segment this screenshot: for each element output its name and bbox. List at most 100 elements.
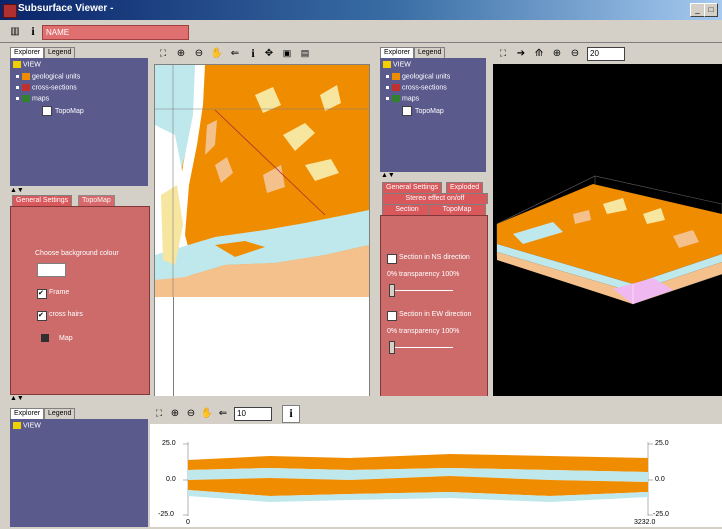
tab-general-settings[interactable]: General Settings xyxy=(382,182,443,193)
layers-icon xyxy=(392,73,400,80)
tab-legend[interactable]: Legend xyxy=(414,47,446,58)
print-icon[interactable]: ▤ xyxy=(296,45,314,63)
tilt-icon[interactable]: ⟰ xyxy=(530,45,548,63)
tab-explorer[interactable]: Explorer xyxy=(10,408,45,419)
select-icon[interactable]: ✥ xyxy=(260,45,278,63)
x-tick-end: 3232.0 xyxy=(634,519,656,526)
y-tick-right: 0.0 xyxy=(655,476,665,483)
view3d-toolbar: ⛶ ➔ ⟰ ⊕ ⊖ 20 xyxy=(490,44,722,62)
tab-topomap[interactable]: TopoMap xyxy=(78,195,115,206)
left-tree: VIEW geological units cross-sections map… xyxy=(10,58,148,186)
y-tick-left: 0.0 xyxy=(166,476,176,483)
zoom-extent-icon[interactable]: ⛶ xyxy=(154,45,172,63)
zoom-out-icon[interactable]: ⊖ xyxy=(566,45,584,63)
tree-item-topomap[interactable]: TopoMap xyxy=(42,106,84,116)
settings-body: Choose background colour ✔ Frame ✔ cross… xyxy=(10,206,150,395)
ns-slider-track[interactable] xyxy=(389,290,453,291)
maximize-button[interactable]: □ xyxy=(704,3,718,17)
frame-checkbox[interactable]: ✔ xyxy=(37,289,47,299)
tree-item-geological-units[interactable]: geological units xyxy=(386,73,450,80)
info-icon[interactable]: i xyxy=(24,23,42,41)
layout-icon[interactable]: ▥ xyxy=(6,23,24,41)
tree-item-topomap[interactable]: TopoMap xyxy=(402,106,444,116)
name-field[interactable]: NAME xyxy=(42,25,189,40)
frame-label: Frame xyxy=(49,289,70,296)
x-tick-start: 0 xyxy=(186,519,190,526)
pan-icon[interactable]: ✋ xyxy=(208,45,226,63)
tree-item-cross-sections[interactable]: cross-sections xyxy=(386,84,447,91)
export-icon[interactable]: ▣ xyxy=(278,45,296,63)
crosshairs-label: cross hairs xyxy=(49,311,83,318)
map-label: Map xyxy=(59,335,73,342)
map-icon xyxy=(22,95,30,102)
section-canvas[interactable]: 25.0 0.0 -25.0 25.0 0.0 -25.0 0 3232.0 xyxy=(150,424,722,527)
minimize-button[interactable]: _ xyxy=(690,3,705,17)
zoom-input[interactable]: 20 xyxy=(587,47,625,61)
bottom-explorer-panel: Explorer Legend VIEW xyxy=(8,404,150,527)
tab-explorer[interactable]: Explorer xyxy=(10,47,45,58)
section-zoom-input[interactable]: 10 xyxy=(234,407,272,421)
crosshairs-checkbox[interactable]: ✔ xyxy=(37,311,47,321)
zoom-in-icon[interactable]: ⊕ xyxy=(172,45,190,63)
zoom-out-icon[interactable]: ⊖ xyxy=(190,45,208,63)
y-tick-left: -25.0 xyxy=(158,511,174,518)
window-title: Subsurface Viewer - xyxy=(18,3,114,14)
folder-icon xyxy=(13,61,21,68)
zoom-extent-icon[interactable]: ⛶ xyxy=(494,45,512,63)
section-panel: ⛶ ⊕ ⊖ ✋ ⇐ 10 i 25.0 0.0 -25.0 25.0 0.0 -… xyxy=(150,404,722,527)
tab-legend[interactable]: Legend xyxy=(44,47,76,58)
block-model-3d xyxy=(496,175,722,305)
ew-slider-track[interactable] xyxy=(389,347,453,348)
collapse-arrows[interactable]: ▲▼ xyxy=(10,395,24,402)
mid-explorer-panel: Explorer Legend VIEW geological units cr… xyxy=(378,44,488,172)
tree-root-view[interactable]: VIEW xyxy=(13,422,41,429)
ew-slider-thumb[interactable] xyxy=(389,341,395,354)
tab-topomap[interactable]: TopoMap xyxy=(428,204,486,215)
ew-transparency-label: 0% transparency 100% xyxy=(387,328,460,335)
tab-explorer[interactable]: Explorer xyxy=(380,47,415,58)
tree-item-geological-units[interactable]: geological units xyxy=(16,73,80,80)
rotate-icon[interactable]: ➔ xyxy=(512,45,530,63)
ns-slider-thumb[interactable] xyxy=(389,284,395,297)
save-icon[interactable] xyxy=(41,334,49,342)
ew-section-checkbox[interactable] xyxy=(387,311,397,321)
ns-section-checkbox[interactable] xyxy=(387,254,397,264)
map-panel: ⛶ ⊕ ⊖ ✋ ⇐ i ✥ ▣ ▤ xyxy=(150,44,370,398)
title-bar: Subsurface Viewer - _ □ xyxy=(0,0,722,20)
info-icon[interactable]: i xyxy=(282,405,300,423)
collapse-arrows[interactable]: ▲▼ xyxy=(381,172,395,179)
bg-colour-swatch[interactable] xyxy=(37,263,66,277)
map-canvas[interactable] xyxy=(154,64,370,398)
tab-legend[interactable]: Legend xyxy=(44,408,76,419)
ns-transparency-label: 0% transparency 100% xyxy=(387,271,460,278)
splitter[interactable]: ▲▼ xyxy=(0,395,722,404)
back-icon[interactable]: ⇐ xyxy=(226,45,244,63)
zoom-in-icon[interactable]: ⊕ xyxy=(548,45,566,63)
y-tick-right: -25.0 xyxy=(653,511,669,518)
tree-item-cross-sections[interactable]: cross-sections xyxy=(16,84,77,91)
tab-general-settings[interactable]: General Settings xyxy=(12,195,73,206)
tab-exploded[interactable]: Exploded xyxy=(446,182,484,193)
ew-section-label: Section in EW direction xyxy=(399,311,472,318)
section-settings-body: Section in NS direction 0% transparency … xyxy=(380,215,488,397)
tab-stereo-effect[interactable]: Stereo effect on/off xyxy=(382,193,488,204)
map-toolbar: ⛶ ⊕ ⊖ ✋ ⇐ i ✥ ▣ ▤ xyxy=(150,44,370,62)
y-tick-left: 25.0 xyxy=(162,440,176,447)
bottom-tree: VIEW xyxy=(10,419,148,527)
layers-icon xyxy=(22,73,30,80)
app-icon xyxy=(3,4,17,18)
tree-root-view[interactable]: VIEW xyxy=(383,61,411,68)
view3d-canvas[interactable] xyxy=(493,64,722,396)
tab-section[interactable]: Section xyxy=(382,204,432,215)
back-icon[interactable]: ⇐ xyxy=(214,405,232,423)
left-explorer-panel: Explorer Legend VIEW geological units cr… xyxy=(8,44,150,188)
tree-root-view[interactable]: VIEW xyxy=(13,61,41,68)
cross-section-plot xyxy=(183,442,653,516)
tree-item-maps[interactable]: maps xyxy=(16,95,49,102)
left-settings-panel: General Settings TopoMap Choose backgrou… xyxy=(8,193,150,395)
tree-item-maps[interactable]: maps xyxy=(386,95,419,102)
folder-icon xyxy=(13,422,21,429)
mid-tree: VIEW geological units cross-sections map… xyxy=(380,58,486,172)
mid-settings-panel: General Settings Exploded Stereo effect … xyxy=(378,179,488,397)
ns-section-label: Section in NS direction xyxy=(399,254,470,261)
